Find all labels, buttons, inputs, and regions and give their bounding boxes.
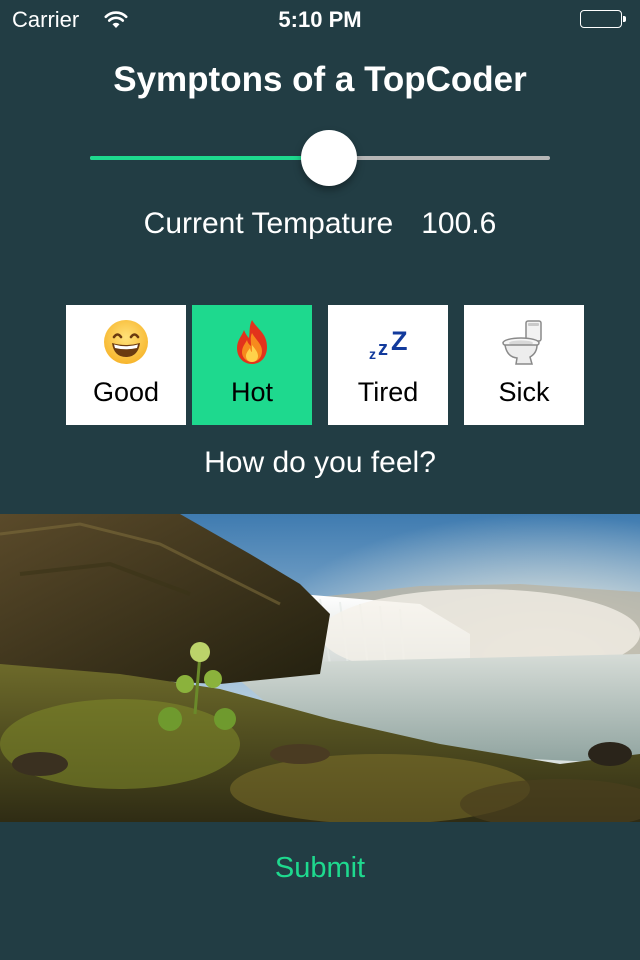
toilet-icon [464,317,584,367]
temperature-label: Current Tempature [143,207,394,240]
svg-text:Z: Z [391,326,408,356]
grinning-face-icon [66,317,186,367]
fire-icon [192,317,312,367]
slider-fill [90,156,329,160]
mood-selector: Good Hot z z Z Tired Sick [66,305,584,425]
mood-button-hot[interactable]: Hot [192,305,312,425]
battery-icon [580,10,628,30]
mood-button-sick[interactable]: Sick [464,305,584,425]
submit-button[interactable]: Submit [220,846,420,890]
mood-label: Hot [230,377,274,407]
mood-label: Good [92,377,160,407]
waterfall-landscape-image [0,514,640,822]
temperature-value: 100.6 [421,207,497,240]
feeling-prompt: How do you feel? [204,446,436,479]
mood-button-good[interactable]: Good [66,305,186,425]
status-bar: Carrier 5:10 PM [0,0,640,40]
zzz-icon: z z Z [328,317,448,367]
status-time: 5:10 PM [278,7,362,32]
temperature-readout: Current Tempature 100.6 [0,204,640,244]
svg-text:z: z [378,338,388,360]
mood-label: Sick [498,377,550,407]
mood-button-tired[interactable]: z z Z Tired [328,305,448,425]
mood-label: Tired [357,377,419,407]
svg-text:z: z [369,346,376,362]
temperature-slider[interactable] [90,130,550,186]
slider-thumb[interactable] [301,130,357,186]
page-title: Symptons of a TopCoder [113,60,527,99]
